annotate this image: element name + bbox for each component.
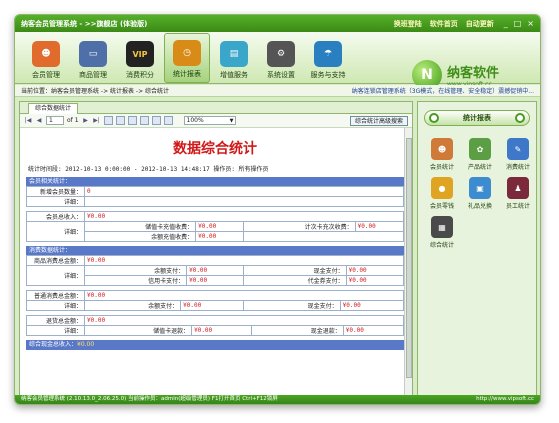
toolbar-reports-button[interactable]: ◷ 统计报表: [164, 33, 210, 83]
sidebar-header: 统计报表: [424, 110, 530, 126]
advanced-search-button[interactable]: 综合统计高级搜索: [349, 115, 408, 126]
refund-table: 退货总金额： ¥0.00 详细： 储值卡退款： ¥0.00 现金退款： ¥0.0…: [26, 315, 404, 336]
summary-stats-icon: ▦: [431, 216, 453, 238]
member-income-value: ¥0.00: [84, 211, 404, 222]
sidebar-item-gift[interactable]: ▣ 礼品兑换: [462, 177, 498, 210]
goods-consume-table: 商品消费总金额： ¥0.00 详细： 余额支付： ¥0.00 现金支付： ¥0.…: [26, 255, 404, 286]
consume-section-header: 消费数据统计：: [26, 246, 404, 255]
ring-icon: [515, 113, 525, 123]
toolbar-members-button[interactable]: ☻ 会员管理: [23, 33, 69, 83]
title-links: 换班登陆 软件首页 自动更新: [394, 19, 494, 29]
status-url[interactable]: http://www.vipsoft.cc: [476, 395, 534, 404]
umbrella-icon: ☂: [314, 41, 342, 67]
tab-strip: 综合数据统计: [20, 102, 412, 114]
promo-marquee[interactable]: 纳客连锁店管理系统（3G模式，在线管理、安全稳定）震撼促销中...: [352, 86, 534, 95]
report-title: 数据综合统计: [173, 141, 257, 157]
normal-consume-table: 普通消费总金额： ¥0.00 详细： 余额支付： ¥0.00 现金支付： ¥0.…: [26, 290, 404, 311]
title-bar: 纳客会员管理系统 - >>旗舰店 (体验版) 换班登陆 软件首页 自动更新 _ …: [15, 15, 540, 32]
switch-shift-link[interactable]: 换班登陆: [394, 19, 422, 29]
toolbar-goods-button[interactable]: ▭ 商品管理: [70, 33, 116, 83]
sidebar-item-summary[interactable]: ▦ 综合统计: [424, 216, 460, 249]
member-stats-icon: ☻: [431, 138, 453, 160]
toolbar-settings-button[interactable]: ⚙ 系统设置: [258, 33, 304, 83]
stop-icon[interactable]: [103, 116, 113, 125]
page-number-input[interactable]: 1: [46, 116, 64, 125]
status-text: 纳客会员管理系统 (2.10.13.0_2.06.25.0) 当前操作员：adm…: [21, 396, 278, 402]
sidebar-item-consume-stats[interactable]: ✎ 消费统计: [500, 138, 536, 171]
gear-icon: ⚙: [267, 41, 295, 67]
product-stats-icon: ✿: [469, 138, 491, 160]
new-member-count: 0: [84, 186, 404, 197]
report-panel: 综合数据统计 |◀ ◀ 1 of 1 ▶ ▶| 100% ▼ 综合统计高级搜索 数…: [19, 101, 413, 399]
sidebar-grid: ☻ 会员统计 ✿ 产品统计 ✎ 消费统计 ● 会员零钱 ▣ 礼品兑换 ♟ 员工统…: [418, 134, 536, 253]
page-count: of 1: [67, 117, 79, 124]
zoom-select[interactable]: 100% ▼: [183, 116, 236, 125]
main-toolbar: ☻ 会员管理 ▭ 商品管理 VIP 消费积分 ◷ 统计报表 ▤ 增值服务 ⚙ 系…: [15, 32, 540, 90]
cash-total-bar: 综合现金总收入：¥0.00: [26, 340, 404, 350]
gift-icon: ▣: [469, 177, 491, 199]
auto-update-link[interactable]: 自动更新: [466, 19, 494, 29]
toolbar-support-button[interactable]: ☂ 服务与支持: [305, 33, 351, 83]
software-home-link[interactable]: 软件首页: [430, 19, 458, 29]
chevron-down-icon: ▼: [229, 118, 234, 124]
sidebar-item-member-stats[interactable]: ☻ 会员统计: [424, 138, 460, 171]
window-title: 纳客会员管理系统 - >>旗舰店 (体验版): [21, 19, 148, 28]
toolbar-services-button[interactable]: ▤ 增值服务: [211, 33, 257, 83]
app-window: 纳客会员管理系统 - >>旗舰店 (体验版) 换班登陆 软件首页 自动更新 _ …: [14, 14, 541, 405]
breadcrumb: 当前位置：纳客会员管理系统 -> 统计报表 -> 综合统计: [21, 88, 170, 95]
report-period: 统计时间段: 2012-10-13 0:00:00 - 2012-10-13 1…: [28, 166, 269, 173]
export-icon[interactable]: [163, 116, 173, 125]
last-page-icon[interactable]: ▶|: [93, 117, 101, 125]
cash-total-value: ¥0.00: [77, 341, 95, 348]
report-viewer-toolbar: |◀ ◀ 1 of 1 ▶ ▶| 100% ▼ 综合统计高级搜索: [20, 114, 412, 128]
page-setup-icon[interactable]: [139, 116, 149, 125]
prev-page-icon[interactable]: ◀: [35, 117, 43, 125]
close-icon[interactable]: ×: [527, 19, 534, 28]
sidebar-item-product-stats[interactable]: ✿ 产品统计: [462, 138, 498, 171]
status-bar: 纳客会员管理系统 (2.10.13.0_2.06.25.0) 当前操作员：adm…: [15, 395, 540, 404]
reports-sidebar: 统计报表 ☻ 会员统计 ✿ 产品统计 ✎ 消费统计 ● 会员零钱 ▣ 礼品兑换: [417, 101, 537, 399]
monitor-icon: ▭: [79, 41, 107, 67]
sidebar-title: 统计报表: [463, 114, 491, 122]
print-icon[interactable]: [127, 116, 137, 125]
member-stats-table: 新增会员数量： 0 详细：: [26, 186, 404, 207]
breadcrumb-bar: 当前位置：纳客会员管理系统 -> 统计报表 -> 综合统计 纳客连锁店管理系统（…: [15, 85, 540, 97]
sidebar-item-staff[interactable]: ♟ 员工统计: [500, 177, 536, 210]
coin-icon: ●: [431, 177, 453, 199]
layout-icon[interactable]: [151, 116, 161, 125]
report-body: 数据综合统计 统计时间段: 2012-10-13 0:00:00 - 2012-…: [26, 132, 404, 394]
logo-name: 纳客软件: [447, 66, 500, 81]
sidebar-item-change[interactable]: ● 会员零钱: [424, 177, 460, 210]
report-scrollbar[interactable]: [404, 128, 412, 398]
consume-stats-icon: ✎: [507, 138, 529, 160]
ring-icon: [429, 113, 439, 123]
minimize-icon[interactable]: _: [504, 19, 508, 28]
clock-chart-icon: ◷: [173, 40, 201, 66]
vip-icon: VIP: [126, 41, 154, 67]
tab-summary-stats[interactable]: 综合数据统计: [28, 103, 79, 114]
cards-new-icon: ▤: [220, 41, 248, 67]
window-controls: _ □ ×: [504, 19, 534, 28]
maximize-icon[interactable]: □: [514, 19, 522, 28]
toolbar-consume-button[interactable]: VIP 消费积分: [117, 33, 163, 83]
member-section-header: 会员相关统计：: [26, 177, 404, 186]
refresh-icon[interactable]: [115, 116, 125, 125]
members-icon: ☻: [32, 41, 60, 67]
next-page-icon[interactable]: ▶: [82, 117, 90, 125]
first-page-icon[interactable]: |◀: [24, 117, 32, 125]
scrollbar-thumb[interactable]: [406, 138, 412, 378]
member-income-table: 会员总收入： ¥0.00 详细： 储值卡充值收费： ¥0.00 计次卡充次收费：…: [26, 211, 404, 242]
staff-stats-icon: ♟: [507, 177, 529, 199]
